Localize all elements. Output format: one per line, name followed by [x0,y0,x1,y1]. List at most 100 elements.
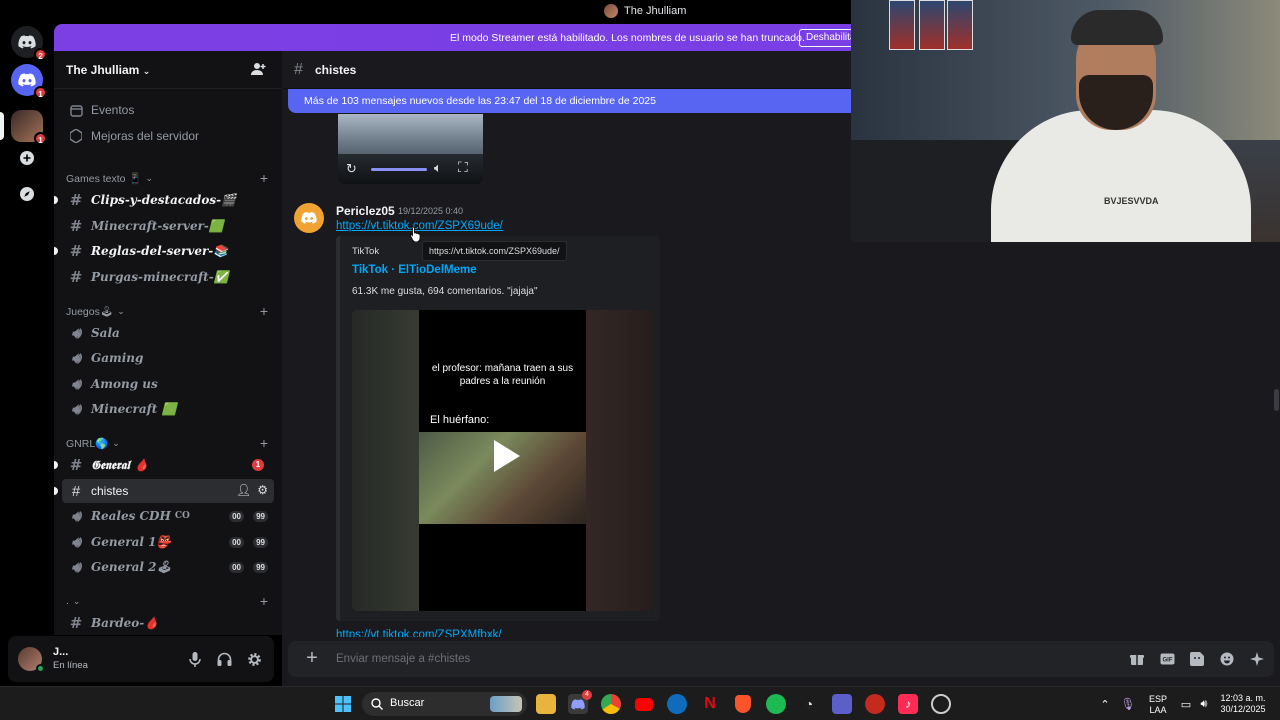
youtube-icon[interactable] [634,694,654,714]
chrome-icon[interactable] [601,694,621,714]
category-games-texto[interactable]: Games texto 📱 ⌄ + [66,170,274,186]
chevron-down-icon: ⌄ [142,66,151,76]
play-icon[interactable] [484,436,524,476]
network-icon[interactable]: ▭ [1176,694,1196,714]
mute-button[interactable] [186,650,204,668]
previous-video-embed[interactable]: ↻ 🔈︎ ⛶ [338,114,483,184]
create-channel-button[interactable]: + [260,303,268,319]
channel-chistes[interactable]: # chistes 👤︎ ⚙︎ [54,479,274,503]
category-gnrl[interactable]: GNRL🌎 ⌄ + [66,435,274,451]
outlook-icon[interactable] [667,694,687,714]
invite-icon[interactable]: 👤︎ [236,483,251,497]
voice-channel-general-1[interactable]: 🔊︎ General 1👺 00 99 [62,530,274,554]
sticker-icon[interactable] [1188,650,1206,668]
netflix-icon[interactable]: N [700,694,720,714]
user-settings-button[interactable] [245,650,263,668]
fullscreen-icon[interactable]: ⛶ [458,159,468,176]
category-dot[interactable]: . ⌄ + [66,593,274,609]
message-avatar[interactable] [294,203,324,233]
channel-actions: 👤︎ ⚙︎ [236,483,268,497]
channel-general[interactable]: # 𝕲𝖊𝖓𝖊𝖗𝖆𝖑 🩸 1 [54,453,274,477]
shirt-print: BVJESVVDA [1104,196,1159,206]
channel-reglas-del-server[interactable]: # Reglas-del-server-📚 [54,239,274,263]
server-icon-discord[interactable]: 1 [11,64,47,99]
message-author[interactable]: Periclez05 [336,204,395,218]
deafen-button[interactable] [215,650,233,668]
new-messages-bar[interactable]: Más de 103 mensajes nuevos desde las 23:… [288,89,858,113]
gift-icon[interactable] [1128,650,1146,668]
apps-icon[interactable] [1248,650,1266,668]
volume-icon[interactable]: 🔈︎ [434,160,442,176]
gif-icon[interactable]: GIF [1158,650,1176,668]
volume-icon[interactable]: 🔊︎ [1194,694,1214,714]
speedometer-icon[interactable]: ◔ [799,694,819,714]
hashtag-icon: # [69,242,83,260]
chevron-down-icon: ⌄ [117,305,125,316]
disable-streamer-button[interactable]: Deshabilitar [799,29,859,47]
jhulliam-badge: 1 [34,132,47,145]
voice-channel-among-us[interactable]: 🔊︎ Among us [62,372,274,396]
scrollbar-thumb[interactable] [1274,389,1279,411]
gear-icon[interactable]: ⚙︎ [257,483,268,497]
chevron-down-icon: ⌄ [112,437,120,448]
voice-channel-sala[interactable]: 🔊︎ Sala [62,321,274,345]
server-name: The Jhulliam ⌄ [66,63,150,77]
clock-date: 30/12/2025 [1220,704,1266,714]
chevron-up-icon[interactable]: ⌃ [1095,694,1115,714]
discord-taskbar-icon[interactable]: 4 [568,690,592,714]
taskbar-search[interactable]: Buscar [362,692,527,716]
voice-count-pill: 00 [229,510,244,522]
speaker-icon: 🔊︎ [71,558,81,576]
teams-icon[interactable] [832,694,852,714]
spotify-icon[interactable] [766,694,786,714]
emoji-icon[interactable] [1218,650,1236,668]
invite-people-button[interactable] [251,62,266,81]
attach-button[interactable]: + [302,648,322,669]
streamer-banner-text: El modo Streamer está habilitado. Los no… [450,32,805,44]
voice-channel-gaming[interactable]: 🔊︎ Gaming [62,346,274,370]
discover-button[interactable] [11,178,43,210]
channel-label: General 2🕹 [91,560,172,574]
voice-channel-reales-cdh[interactable]: 🔊︎ Reales CDH CO 00 99 [62,504,274,528]
create-channel-button[interactable]: + [260,593,268,609]
message-composer: + GIF [288,641,1274,677]
sidebar-item-events[interactable]: Eventos [62,98,274,122]
voice-limit-pill: 99 [253,561,268,573]
category-juegos[interactable]: Juegos🕹 ⌄ + [66,303,274,319]
user-panel: J... En línea [8,636,274,682]
direct-messages-button[interactable]: 2 [11,26,47,61]
poster-image [889,0,915,50]
language-indicator[interactable]: ESP LAA [1146,694,1170,716]
create-channel-button[interactable]: + [260,170,268,186]
tiktok-icon[interactable]: ♪ [898,694,918,714]
channel-bardeo[interactable]: # Bardeo-🩸 [62,611,274,635]
channel-purgas-minecraft[interactable]: # Purgas-minecraft-✅ [62,265,274,289]
channel-clips-y-destacados[interactable]: # Clips-y-destacados-🎬 [54,188,274,212]
sidebar-item-server-boost[interactable]: Mejoras del servidor [62,124,274,148]
replay-icon[interactable]: ↻ [346,161,357,177]
voice-channel-minecraft[interactable]: 🔊︎ Minecraft 🟩 [62,397,274,421]
server-icon-the-jhulliam[interactable]: 1 [11,110,47,145]
embed-video-player[interactable]: el profesor: mañana traen a sus padres a… [352,310,653,611]
message-input[interactable] [336,650,1036,668]
microphone-tray-icon[interactable]: 🎙︎ [1118,694,1138,714]
server-header[interactable]: The Jhulliam ⌄ [54,51,282,89]
video-blur-right [586,310,653,611]
create-channel-button[interactable]: + [260,435,268,451]
channel-minecraft-server[interactable]: # Minecraft-server-🟩 [62,214,274,238]
obs-icon[interactable] [931,694,951,714]
brave-icon[interactable] [733,694,753,714]
embed-title-link[interactable]: TikTok · ElTioDelMeme [352,264,477,276]
headphones-icon [217,652,231,666]
add-server-button[interactable] [11,142,43,174]
discord-taskbar-badge: 4 [582,690,592,700]
next-message-link[interactable]: https://vt.tiktok.com/ZSPXMfbxk/ [336,629,502,637]
voice-channel-general-2[interactable]: 🔊︎ General 2🕹 00 99 [62,555,274,579]
start-button[interactable] [333,694,353,714]
clock[interactable]: 12:03 a. m. 30/12/2025 [1215,693,1271,715]
channel-sidebar: The Jhulliam ⌄ Eventos Mejoras del servi… [54,51,282,635]
file-explorer-icon[interactable] [536,694,556,714]
game-launcher-icon[interactable] [865,694,885,714]
streamer-figure: BVJESVVDA [991,10,1251,242]
volume-slider[interactable] [371,168,427,171]
